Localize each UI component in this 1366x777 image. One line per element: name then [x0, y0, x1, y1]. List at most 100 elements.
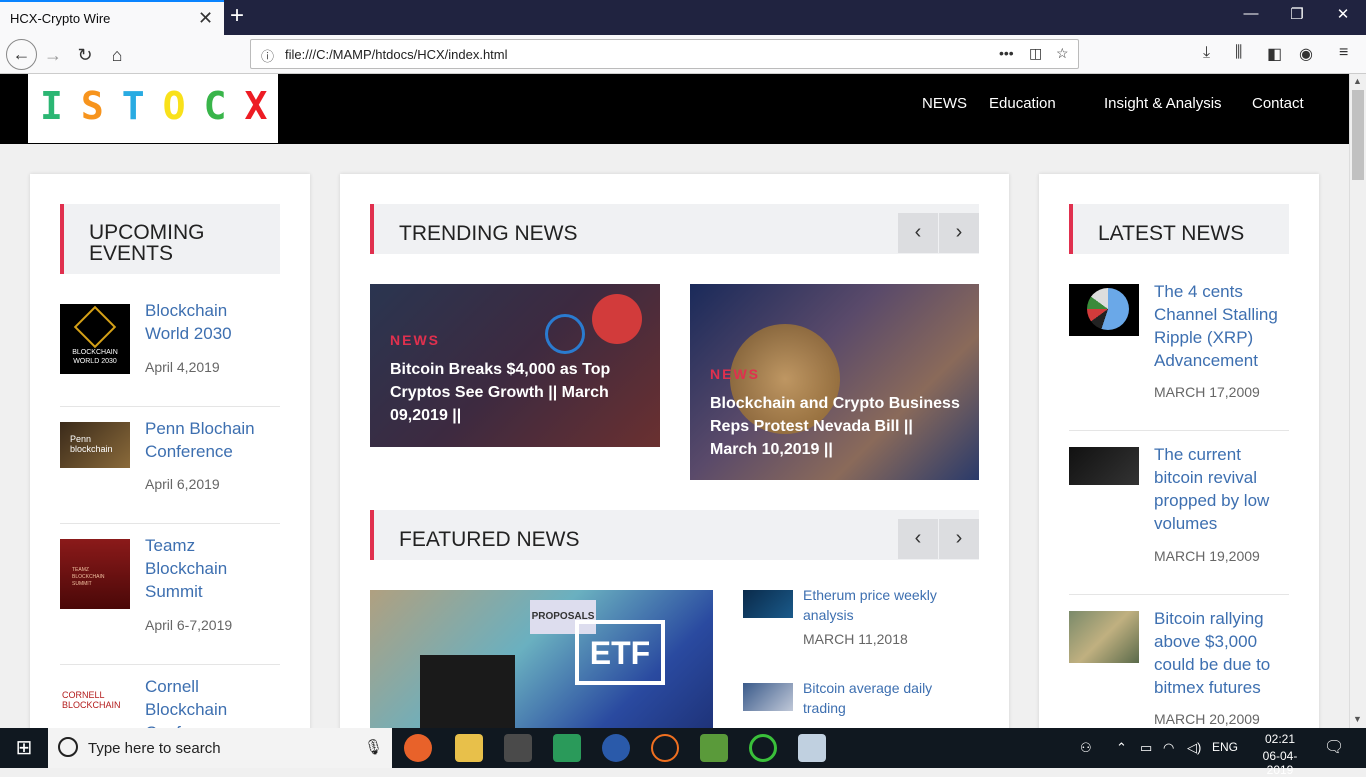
show-hidden-icons[interactable]: ⌃ [1116, 740, 1127, 756]
latest-thumbnail[interactable] [1069, 447, 1139, 485]
home-icon[interactable]: ⌂ [104, 42, 130, 68]
trending-card[interactable]: NEWS Bitcoin Breaks $4,000 as Top Crypto… [370, 284, 660, 447]
sublime-text-icon[interactable] [504, 734, 532, 762]
event-date: April 6,2019 [145, 476, 220, 492]
featured-news-header: FEATURED NEWS ‹ › [370, 510, 979, 560]
menu-icon[interactable]: ≡ [1339, 44, 1348, 62]
jupyter-icon[interactable] [651, 734, 679, 762]
vertical-scrollbar[interactable]: ▲ ▼ [1349, 74, 1366, 728]
divider [60, 523, 280, 524]
taskbar: ⊞ Type here to search 🎙 ⚇ ⌃ ▭ ◠ ◁) ENG 0… [0, 728, 1366, 777]
section-title: FEATURED NEWS [399, 528, 580, 551]
app-circle-icon[interactable] [749, 734, 777, 762]
back-arrow-icon[interactable]: ← [6, 39, 37, 70]
app-icon[interactable] [553, 734, 581, 762]
download-icon[interactable]: ⤓ [1203, 44, 1210, 62]
nav-news[interactable]: NEWS [922, 95, 967, 112]
scrollbar-thumb[interactable] [1352, 90, 1364, 180]
restore-icon[interactable]: ❐ [1282, 5, 1312, 23]
nav-insight-analysis[interactable]: Insight & Analysis [1104, 95, 1222, 112]
wifi-icon[interactable]: ◠ [1163, 740, 1174, 756]
remote-desktop-icon[interactable] [798, 734, 826, 762]
battery-icon[interactable]: ▭ [1140, 740, 1152, 756]
featured-thumbnail[interactable] [743, 590, 793, 618]
section-title: UPCOMING EVENTS [89, 221, 205, 265]
info-icon[interactable]: ⓘ [261, 46, 274, 65]
chevron-left-icon: ‹ [914, 527, 922, 549]
news-panel: TRENDING NEWS ‹ › NEWS Bitcoin Breaks $4… [340, 174, 1009, 728]
latest-title[interactable]: The 4 cents Channel Stalling Ripple (XRP… [1154, 280, 1294, 372]
featured-thumbnail[interactable] [743, 683, 793, 711]
divider [1069, 594, 1289, 595]
card-title[interactable]: Bitcoin Breaks $4,000 as Top Cryptos See… [390, 358, 640, 427]
event-title[interactable]: Cornell Blockchain Conference [145, 675, 275, 728]
event-title[interactable]: Penn Blochain Conference [145, 417, 275, 463]
event-title[interactable]: Teamz Blockchain Summit [145, 534, 275, 603]
r-icon[interactable] [602, 734, 630, 762]
search-placeholder[interactable]: Type here to search [88, 740, 221, 757]
microphone-icon[interactable]: 🎙 [364, 738, 383, 756]
people-icon[interactable]: ⚇ [1080, 740, 1092, 756]
event-thumb-text: CORNELL BLOCKCHAIN [62, 690, 121, 710]
card-tag: NEWS [390, 332, 440, 348]
pie-chart-icon [1087, 288, 1129, 330]
notifications-icon[interactable]: 🗨 [1324, 737, 1344, 757]
page-actions-icon[interactable]: ••• [999, 45, 1014, 61]
taskbar-search[interactable]: Type here to search 🎙 [48, 728, 392, 768]
browser-toolbar: ← → ↻ ⌂ ⓘ file:///C:/MAMP/htdocs/HCX/ind… [0, 35, 1366, 74]
upcoming-events-header: UPCOMING EVENTS [60, 204, 280, 274]
nav-contact[interactable]: Contact [1252, 95, 1304, 112]
featured-date: MARCH 11,2018 [803, 631, 908, 647]
latest-title[interactable]: The current bitcoin revival propped by l… [1154, 443, 1294, 535]
language-indicator[interactable]: ENG [1212, 740, 1238, 754]
divider [60, 406, 280, 407]
firefox-icon[interactable] [404, 734, 432, 762]
event-thumb-text: BLOCKCHAIN WORLD 2030 [72, 349, 118, 365]
event-date: April 4,2019 [145, 359, 220, 375]
file-explorer-icon[interactable] [455, 734, 483, 762]
nav-education[interactable]: Education [989, 95, 1056, 112]
trending-card[interactable]: NEWS Blockchain and Crypto Business Reps… [690, 284, 979, 480]
event-title[interactable]: Blockchain World 2030 [145, 299, 275, 345]
web-page: ISTOCX NEWS Education Insight & Analysis… [0, 74, 1349, 728]
bookmark-star-icon[interactable]: ☆ [1056, 45, 1069, 62]
browser-tab-bar: HCX-Crypto Wire ✕ + — ❐ ✕ [0, 0, 1366, 35]
android-studio-icon[interactable] [700, 734, 728, 762]
scroll-down-icon[interactable]: ▼ [1353, 714, 1362, 724]
upcoming-events-panel: UPCOMING EVENTS BLOCKCHAIN WORLD 2030 Bl… [30, 174, 310, 728]
featured-title[interactable]: Bitcoin average daily trading [803, 678, 973, 718]
account-icon[interactable]: ◉ [1299, 44, 1313, 64]
featured-next-button[interactable]: › [939, 519, 979, 559]
minimize-icon[interactable]: — [1236, 5, 1266, 22]
new-tab-icon[interactable]: + [230, 2, 244, 30]
url-text[interactable]: file:///C:/MAMP/htdocs/HCX/index.html [285, 47, 508, 62]
volume-icon[interactable]: ◁) [1187, 740, 1201, 756]
clock-date[interactable]: 06-04-2019 [1250, 749, 1310, 777]
latest-thumbnail[interactable] [1069, 611, 1139, 663]
site-logo[interactable]: ISTOCX [28, 74, 278, 143]
featured-prev-button[interactable]: ‹ [898, 519, 938, 559]
featured-hero-image[interactable]: PROPOSALS ETF [370, 590, 713, 728]
close-window-icon[interactable]: ✕ [1328, 5, 1358, 23]
event-thumbnail: TEAMZ BLOCKCHAIN SUMMIT [60, 539, 130, 609]
close-tab-icon[interactable]: ✕ [198, 8, 213, 29]
trending-next-button[interactable]: › [939, 213, 979, 253]
forward-arrow-icon[interactable]: → [40, 42, 66, 68]
pocket-icon[interactable]: ◫ [1029, 45, 1042, 62]
event-thumbnail: CORNELL BLOCKCHAIN [60, 680, 130, 726]
clock-time[interactable]: 02:21 [1250, 732, 1310, 746]
library-icon[interactable]: ⫼ [1235, 44, 1242, 62]
sidebar-icon[interactable]: ◧ [1267, 44, 1282, 64]
reload-icon[interactable]: ↻ [72, 42, 98, 68]
latest-thumbnail[interactable] [1069, 284, 1139, 336]
url-bar[interactable]: ⓘ file:///C:/MAMP/htdocs/HCX/index.html … [250, 39, 1079, 69]
trending-prev-button[interactable]: ‹ [898, 213, 938, 253]
bitcoin-icon [592, 294, 642, 344]
browser-tab[interactable]: HCX-Crypto Wire ✕ [0, 0, 224, 35]
latest-title[interactable]: Bitcoin rallying above $3,000 could be d… [1154, 607, 1294, 699]
featured-title[interactable]: Etherum price weekly analysis [803, 585, 973, 625]
latest-date: MARCH 20,2009 [1154, 711, 1260, 727]
windows-start-icon[interactable]: ⊞ [0, 728, 48, 768]
scroll-up-icon[interactable]: ▲ [1353, 76, 1362, 86]
card-title[interactable]: Blockchain and Crypto Business Reps Prot… [710, 392, 960, 461]
